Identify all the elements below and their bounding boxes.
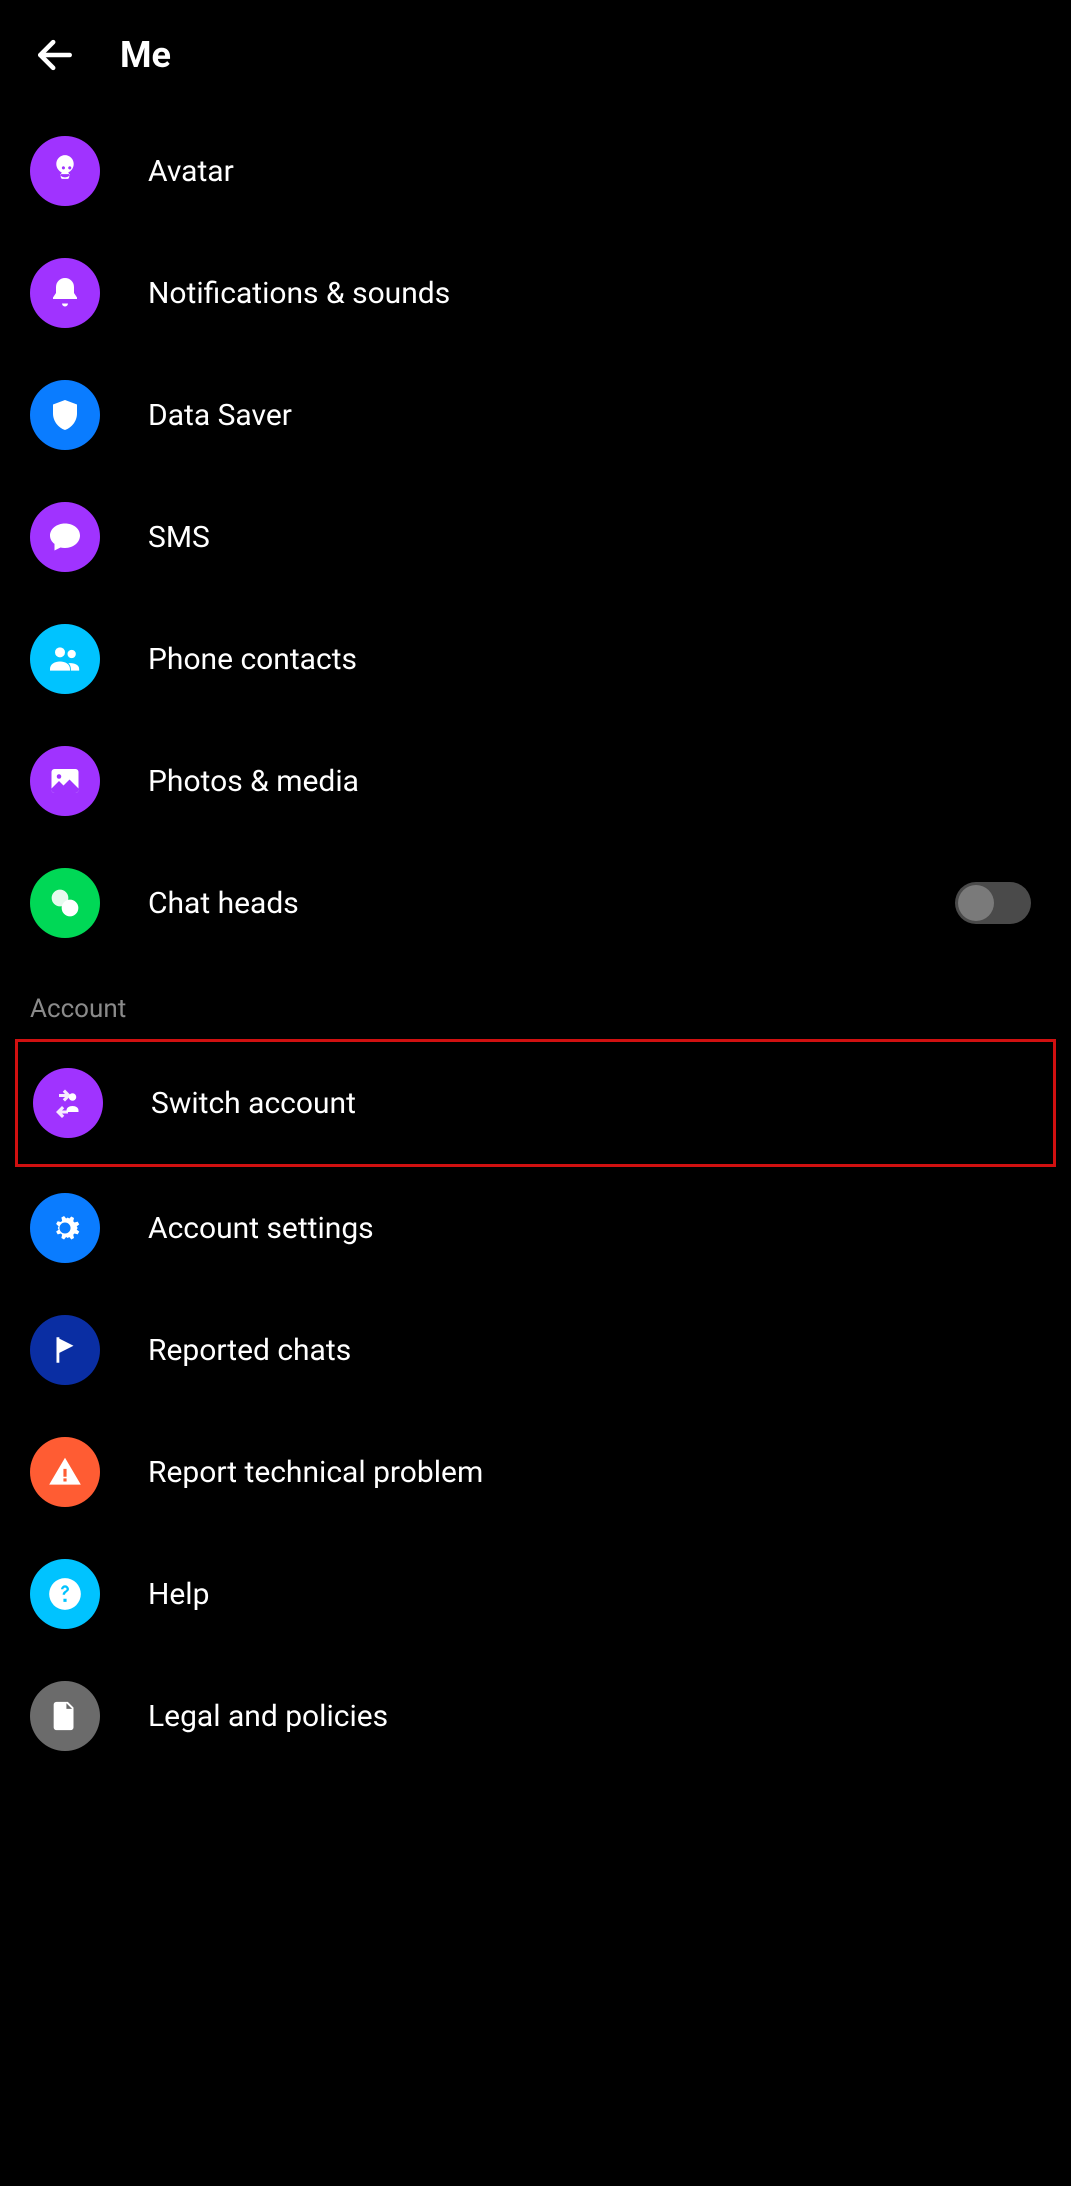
list-item-label: Avatar bbox=[148, 154, 1041, 189]
list-item-avatar[interactable]: Avatar bbox=[0, 110, 1071, 232]
warning-icon bbox=[30, 1437, 100, 1507]
switch-icon bbox=[33, 1068, 103, 1138]
back-button[interactable] bbox=[30, 30, 80, 80]
avatar-icon bbox=[30, 136, 100, 206]
section-header-account: Account bbox=[0, 964, 1071, 1039]
list-item-label: Account settings bbox=[148, 1211, 1041, 1246]
image-icon bbox=[30, 746, 100, 816]
highlight-box: Switch account bbox=[15, 1039, 1056, 1167]
list-item-switch-account[interactable]: Switch account bbox=[18, 1042, 1053, 1164]
list-item-label: Help bbox=[148, 1577, 1041, 1612]
gear-icon bbox=[30, 1193, 100, 1263]
list-item-legal[interactable]: Legal and policies bbox=[0, 1655, 1071, 1777]
preferences-list: Avatar Notifications & sounds Data Saver… bbox=[0, 110, 1071, 964]
list-item-label: SMS bbox=[148, 520, 1041, 555]
list-item-notifications[interactable]: Notifications & sounds bbox=[0, 232, 1071, 354]
list-item-chatheads[interactable]: Chat heads bbox=[0, 842, 1071, 964]
list-item-datasaver[interactable]: Data Saver bbox=[0, 354, 1071, 476]
arrow-left-icon bbox=[33, 33, 77, 77]
list-item-label: Switch account bbox=[151, 1086, 1038, 1121]
flag-icon bbox=[30, 1315, 100, 1385]
bell-icon bbox=[30, 258, 100, 328]
account-list: Switch account Account settings Reported… bbox=[0, 1039, 1071, 1777]
list-item-label: Data Saver bbox=[148, 398, 1041, 433]
list-item-report-problem[interactable]: Report technical problem bbox=[0, 1411, 1071, 1533]
page-title: Me bbox=[120, 34, 171, 76]
list-item-label: Report technical problem bbox=[148, 1455, 1041, 1490]
list-item-photos[interactable]: Photos & media bbox=[0, 720, 1071, 842]
list-item-reported-chats[interactable]: Reported chats bbox=[0, 1289, 1071, 1411]
list-item-label: Photos & media bbox=[148, 764, 1041, 799]
list-item-account-settings[interactable]: Account settings bbox=[0, 1167, 1071, 1289]
document-icon bbox=[30, 1681, 100, 1751]
shield-icon bbox=[30, 380, 100, 450]
toggle-thumb bbox=[958, 885, 994, 921]
list-item-label: Chat heads bbox=[148, 886, 907, 921]
list-item-contacts[interactable]: Phone contacts bbox=[0, 598, 1071, 720]
list-item-sms[interactable]: SMS bbox=[0, 476, 1071, 598]
list-item-label: Notifications & sounds bbox=[148, 276, 1041, 311]
list-item-label: Phone contacts bbox=[148, 642, 1041, 677]
list-item-label: Reported chats bbox=[148, 1333, 1041, 1368]
chat-icon bbox=[30, 502, 100, 572]
header: Me bbox=[0, 0, 1071, 110]
help-icon bbox=[30, 1559, 100, 1629]
chatheads-toggle[interactable] bbox=[955, 882, 1031, 924]
list-item-label: Legal and policies bbox=[148, 1699, 1041, 1734]
chatheads-icon bbox=[30, 868, 100, 938]
people-icon bbox=[30, 624, 100, 694]
list-item-help[interactable]: Help bbox=[0, 1533, 1071, 1655]
